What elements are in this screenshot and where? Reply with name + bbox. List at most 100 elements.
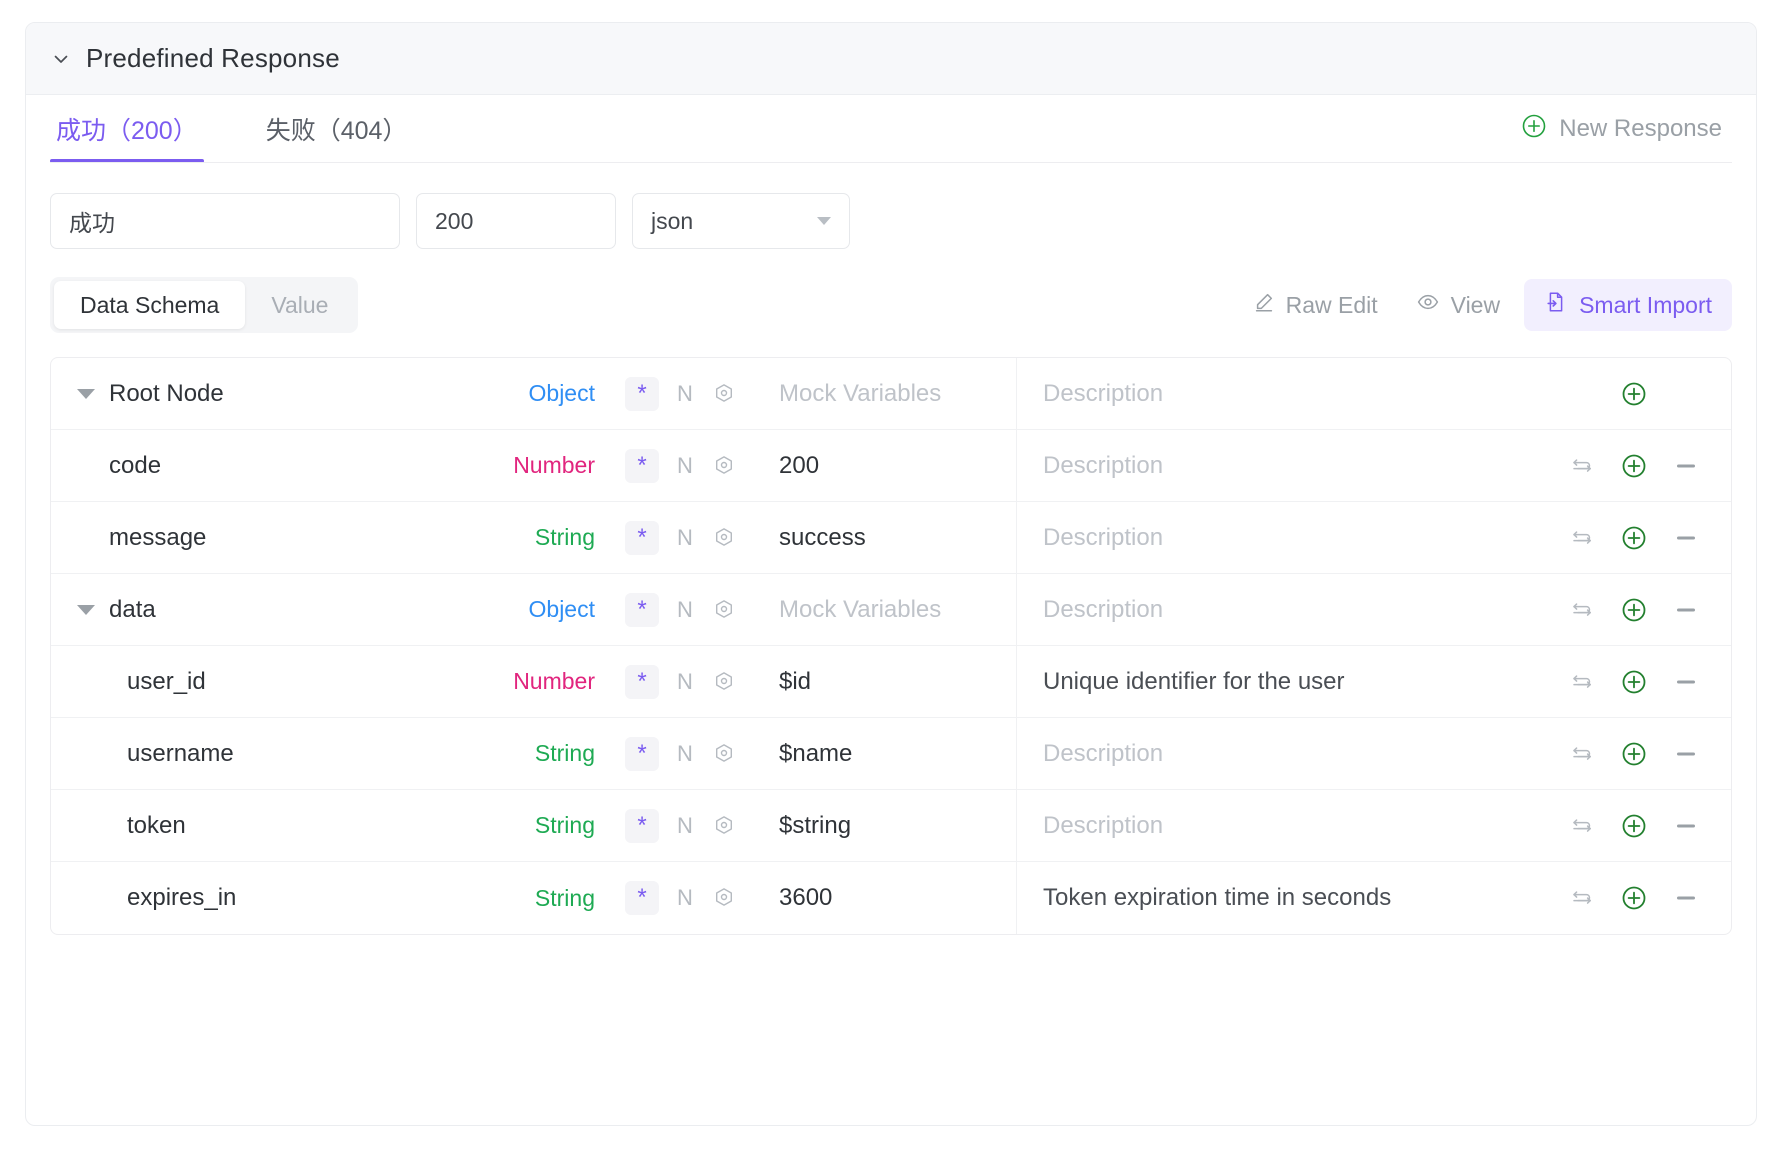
schema-node-name[interactable]: Root Node bbox=[109, 380, 224, 408]
remove-row-icon[interactable] bbox=[1671, 667, 1701, 697]
description-input[interactable]: Description bbox=[1016, 358, 1516, 430]
schema-node-type[interactable]: String bbox=[471, 812, 601, 839]
swap-icon[interactable] bbox=[1567, 667, 1597, 697]
panel-header[interactable]: Predefined Response bbox=[26, 23, 1756, 95]
tab-data-schema[interactable]: Data Schema bbox=[54, 281, 246, 329]
nullable-toggle-icon[interactable]: N bbox=[675, 669, 695, 695]
remove-row-icon[interactable] bbox=[1671, 595, 1701, 625]
remove-row-icon[interactable] bbox=[1671, 883, 1701, 913]
schema-node-name[interactable]: user_id bbox=[127, 668, 206, 696]
table-row[interactable]: username String * N $name Description bbox=[51, 717, 1731, 790]
description-input[interactable]: Token expiration time in seconds bbox=[1016, 862, 1516, 934]
add-child-icon[interactable] bbox=[1619, 811, 1649, 841]
add-child-icon[interactable] bbox=[1619, 595, 1649, 625]
table-row[interactable]: user_id Number * N $id Unique identifier for … bbox=[51, 645, 1731, 718]
nullable-toggle-icon[interactable]: N bbox=[675, 453, 695, 479]
smart-import-button[interactable]: Smart Import bbox=[1524, 279, 1732, 331]
required-asterisk-icon[interactable]: * bbox=[625, 808, 659, 843]
description-input[interactable]: Description bbox=[1016, 789, 1516, 862]
expand-toggle-icon[interactable] bbox=[73, 381, 99, 407]
add-child-icon[interactable] bbox=[1619, 739, 1649, 769]
table-row[interactable]: expires_in String * N 3600 Token expiration t… bbox=[51, 862, 1731, 934]
remove-row-icon[interactable] bbox=[1671, 739, 1701, 769]
required-asterisk-icon[interactable]: * bbox=[625, 592, 659, 627]
add-new-response-button[interactable]: New Response bbox=[1521, 113, 1732, 146]
nullable-toggle-icon[interactable]: N bbox=[675, 885, 695, 911]
required-asterisk-icon[interactable]: * bbox=[625, 664, 659, 699]
expand-toggle-icon[interactable] bbox=[73, 597, 99, 623]
add-child-icon[interactable] bbox=[1619, 451, 1649, 481]
hexagon-settings-icon[interactable] bbox=[711, 669, 737, 695]
raw-edit-button[interactable]: Raw Edit bbox=[1239, 281, 1392, 329]
swap-icon[interactable] bbox=[1567, 811, 1597, 841]
description-input[interactable]: Description bbox=[1016, 501, 1516, 574]
schema-node-type[interactable]: String bbox=[471, 885, 601, 912]
chevron-down-icon[interactable] bbox=[50, 48, 72, 70]
schema-node-name[interactable]: data bbox=[109, 596, 156, 624]
table-row[interactable]: code Number * N 200 Description bbox=[51, 429, 1731, 502]
mock-value-input[interactable]: 3600 bbox=[771, 884, 1016, 912]
add-child-icon[interactable] bbox=[1619, 883, 1649, 913]
schema-node-name[interactable]: token bbox=[127, 812, 186, 840]
hexagon-settings-icon[interactable] bbox=[711, 453, 737, 479]
required-asterisk-icon[interactable]: * bbox=[625, 736, 659, 771]
description-input[interactable]: Description bbox=[1016, 717, 1516, 790]
schema-node-type[interactable]: String bbox=[471, 524, 601, 551]
mock-value-input[interactable]: $name bbox=[771, 740, 1016, 768]
table-row[interactable]: data Object * N Mock Variables Description bbox=[51, 573, 1731, 646]
nullable-toggle-icon[interactable]: N bbox=[675, 597, 695, 623]
remove-row-icon[interactable] bbox=[1671, 523, 1701, 553]
mock-value-input[interactable]: $id bbox=[771, 668, 1016, 696]
nullable-toggle-icon[interactable]: N bbox=[675, 525, 695, 551]
remove-row-icon[interactable] bbox=[1671, 451, 1701, 481]
view-button[interactable]: View bbox=[1402, 280, 1514, 330]
mock-value-input[interactable]: $string bbox=[771, 812, 1016, 840]
schema-node-type[interactable]: Number bbox=[471, 452, 601, 479]
hexagon-settings-icon[interactable] bbox=[711, 525, 737, 551]
schema-node-name[interactable]: username bbox=[127, 740, 234, 768]
add-child-icon[interactable] bbox=[1619, 523, 1649, 553]
schema-node-name[interactable]: code bbox=[109, 452, 161, 480]
table-row[interactable]: token String * N $string Description bbox=[51, 789, 1731, 862]
required-asterisk-icon[interactable]: * bbox=[625, 520, 659, 555]
response-status-code-input[interactable]: 200 bbox=[416, 193, 616, 249]
nullable-toggle-icon[interactable]: N bbox=[675, 741, 695, 767]
hexagon-settings-icon[interactable] bbox=[711, 381, 737, 407]
description-input[interactable]: Description bbox=[1016, 573, 1516, 646]
schema-node-type[interactable]: Number bbox=[471, 668, 601, 695]
description-input[interactable]: Unique identifier for the user bbox=[1016, 645, 1516, 718]
mock-value-input[interactable]: 200 bbox=[771, 452, 1016, 480]
response-content-type-select[interactable]: json bbox=[632, 193, 850, 249]
required-asterisk-icon[interactable]: * bbox=[625, 881, 659, 915]
swap-icon[interactable] bbox=[1567, 595, 1597, 625]
tab-failure-404[interactable]: 失败（404） bbox=[260, 95, 414, 163]
table-row[interactable]: Root Node Object * N Mock Variables Descripti… bbox=[51, 358, 1731, 430]
schema-node-type[interactable]: Object bbox=[471, 380, 601, 407]
add-child-icon[interactable] bbox=[1619, 379, 1649, 409]
schema-node-type[interactable]: String bbox=[471, 740, 601, 767]
swap-icon[interactable] bbox=[1567, 883, 1597, 913]
response-name-input[interactable]: 成功 bbox=[50, 193, 400, 249]
tab-value[interactable]: Value bbox=[245, 281, 354, 329]
nullable-toggle-icon[interactable]: N bbox=[675, 813, 695, 839]
tab-success-200[interactable]: 成功（200） bbox=[50, 95, 204, 163]
table-row[interactable]: message String * Nsuccess Description bbox=[51, 501, 1731, 574]
hexagon-settings-icon[interactable] bbox=[711, 741, 737, 767]
description-input[interactable]: Description bbox=[1016, 429, 1516, 502]
hexagon-settings-icon[interactable] bbox=[711, 813, 737, 839]
required-asterisk-icon[interactable]: * bbox=[625, 448, 659, 483]
schema-node-type[interactable]: Object bbox=[471, 596, 601, 623]
swap-icon[interactable] bbox=[1567, 739, 1597, 769]
mock-value-input[interactable]: Mock Variables bbox=[771, 380, 1016, 408]
required-asterisk-icon[interactable]: * bbox=[625, 376, 659, 411]
swap-icon[interactable] bbox=[1567, 523, 1597, 553]
hexagon-settings-icon[interactable] bbox=[711, 885, 737, 911]
mock-value-input[interactable]: success bbox=[771, 524, 1016, 552]
schema-node-name[interactable]: expires_in bbox=[127, 884, 236, 912]
schema-node-name[interactable]: message bbox=[109, 524, 206, 552]
nullable-toggle-icon[interactable]: N bbox=[675, 381, 695, 407]
add-child-icon[interactable] bbox=[1619, 667, 1649, 697]
hexagon-settings-icon[interactable] bbox=[711, 597, 737, 623]
swap-icon[interactable] bbox=[1567, 451, 1597, 481]
remove-row-icon[interactable] bbox=[1671, 811, 1701, 841]
